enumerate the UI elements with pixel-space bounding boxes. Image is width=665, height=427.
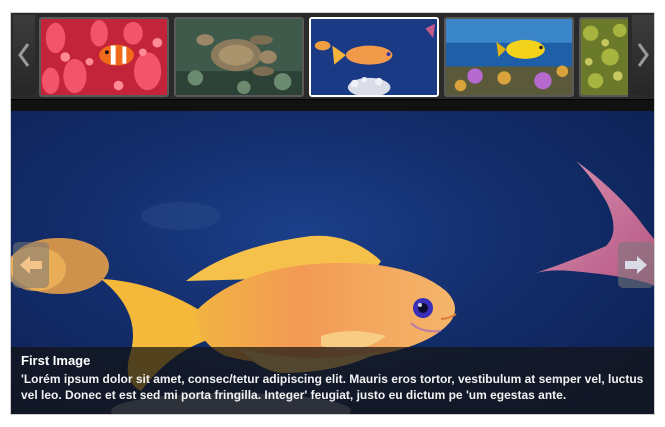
thumbnail-yellow-coral[interactable]: [579, 17, 628, 97]
chevron-right-icon: [637, 43, 649, 67]
image-caption: First Image 'Lorém ipsum dolor sit amet,…: [11, 347, 654, 414]
thumbnail-prev-button[interactable]: [13, 15, 35, 95]
arrow-right-icon: [625, 256, 647, 274]
previous-image-button[interactable]: [13, 242, 49, 288]
thumbnail-orange-fish[interactable]: [309, 17, 439, 97]
thumbnail-list: [39, 17, 628, 97]
main-image: First Image 'Lorém ipsum dolor sit amet,…: [11, 111, 654, 414]
caption-title: First Image: [21, 353, 91, 368]
thumbnail-coral-reef[interactable]: [444, 17, 574, 97]
image-gallery: First Image 'Lorém ipsum dolor sit amet,…: [10, 12, 655, 415]
chevron-left-icon: [18, 43, 30, 67]
thumbnail-sea-turtle[interactable]: [174, 17, 304, 97]
thumbnail-next-button[interactable]: [632, 15, 654, 95]
caption-description: 'Lorém ipsum dolor sit amet, consec/tetu…: [21, 372, 644, 402]
thumbnail-anemone-clownfish[interactable]: [39, 17, 169, 97]
next-image-button[interactable]: [618, 242, 654, 288]
arrow-left-icon: [20, 256, 42, 274]
thumbnail-strip: [11, 13, 654, 100]
